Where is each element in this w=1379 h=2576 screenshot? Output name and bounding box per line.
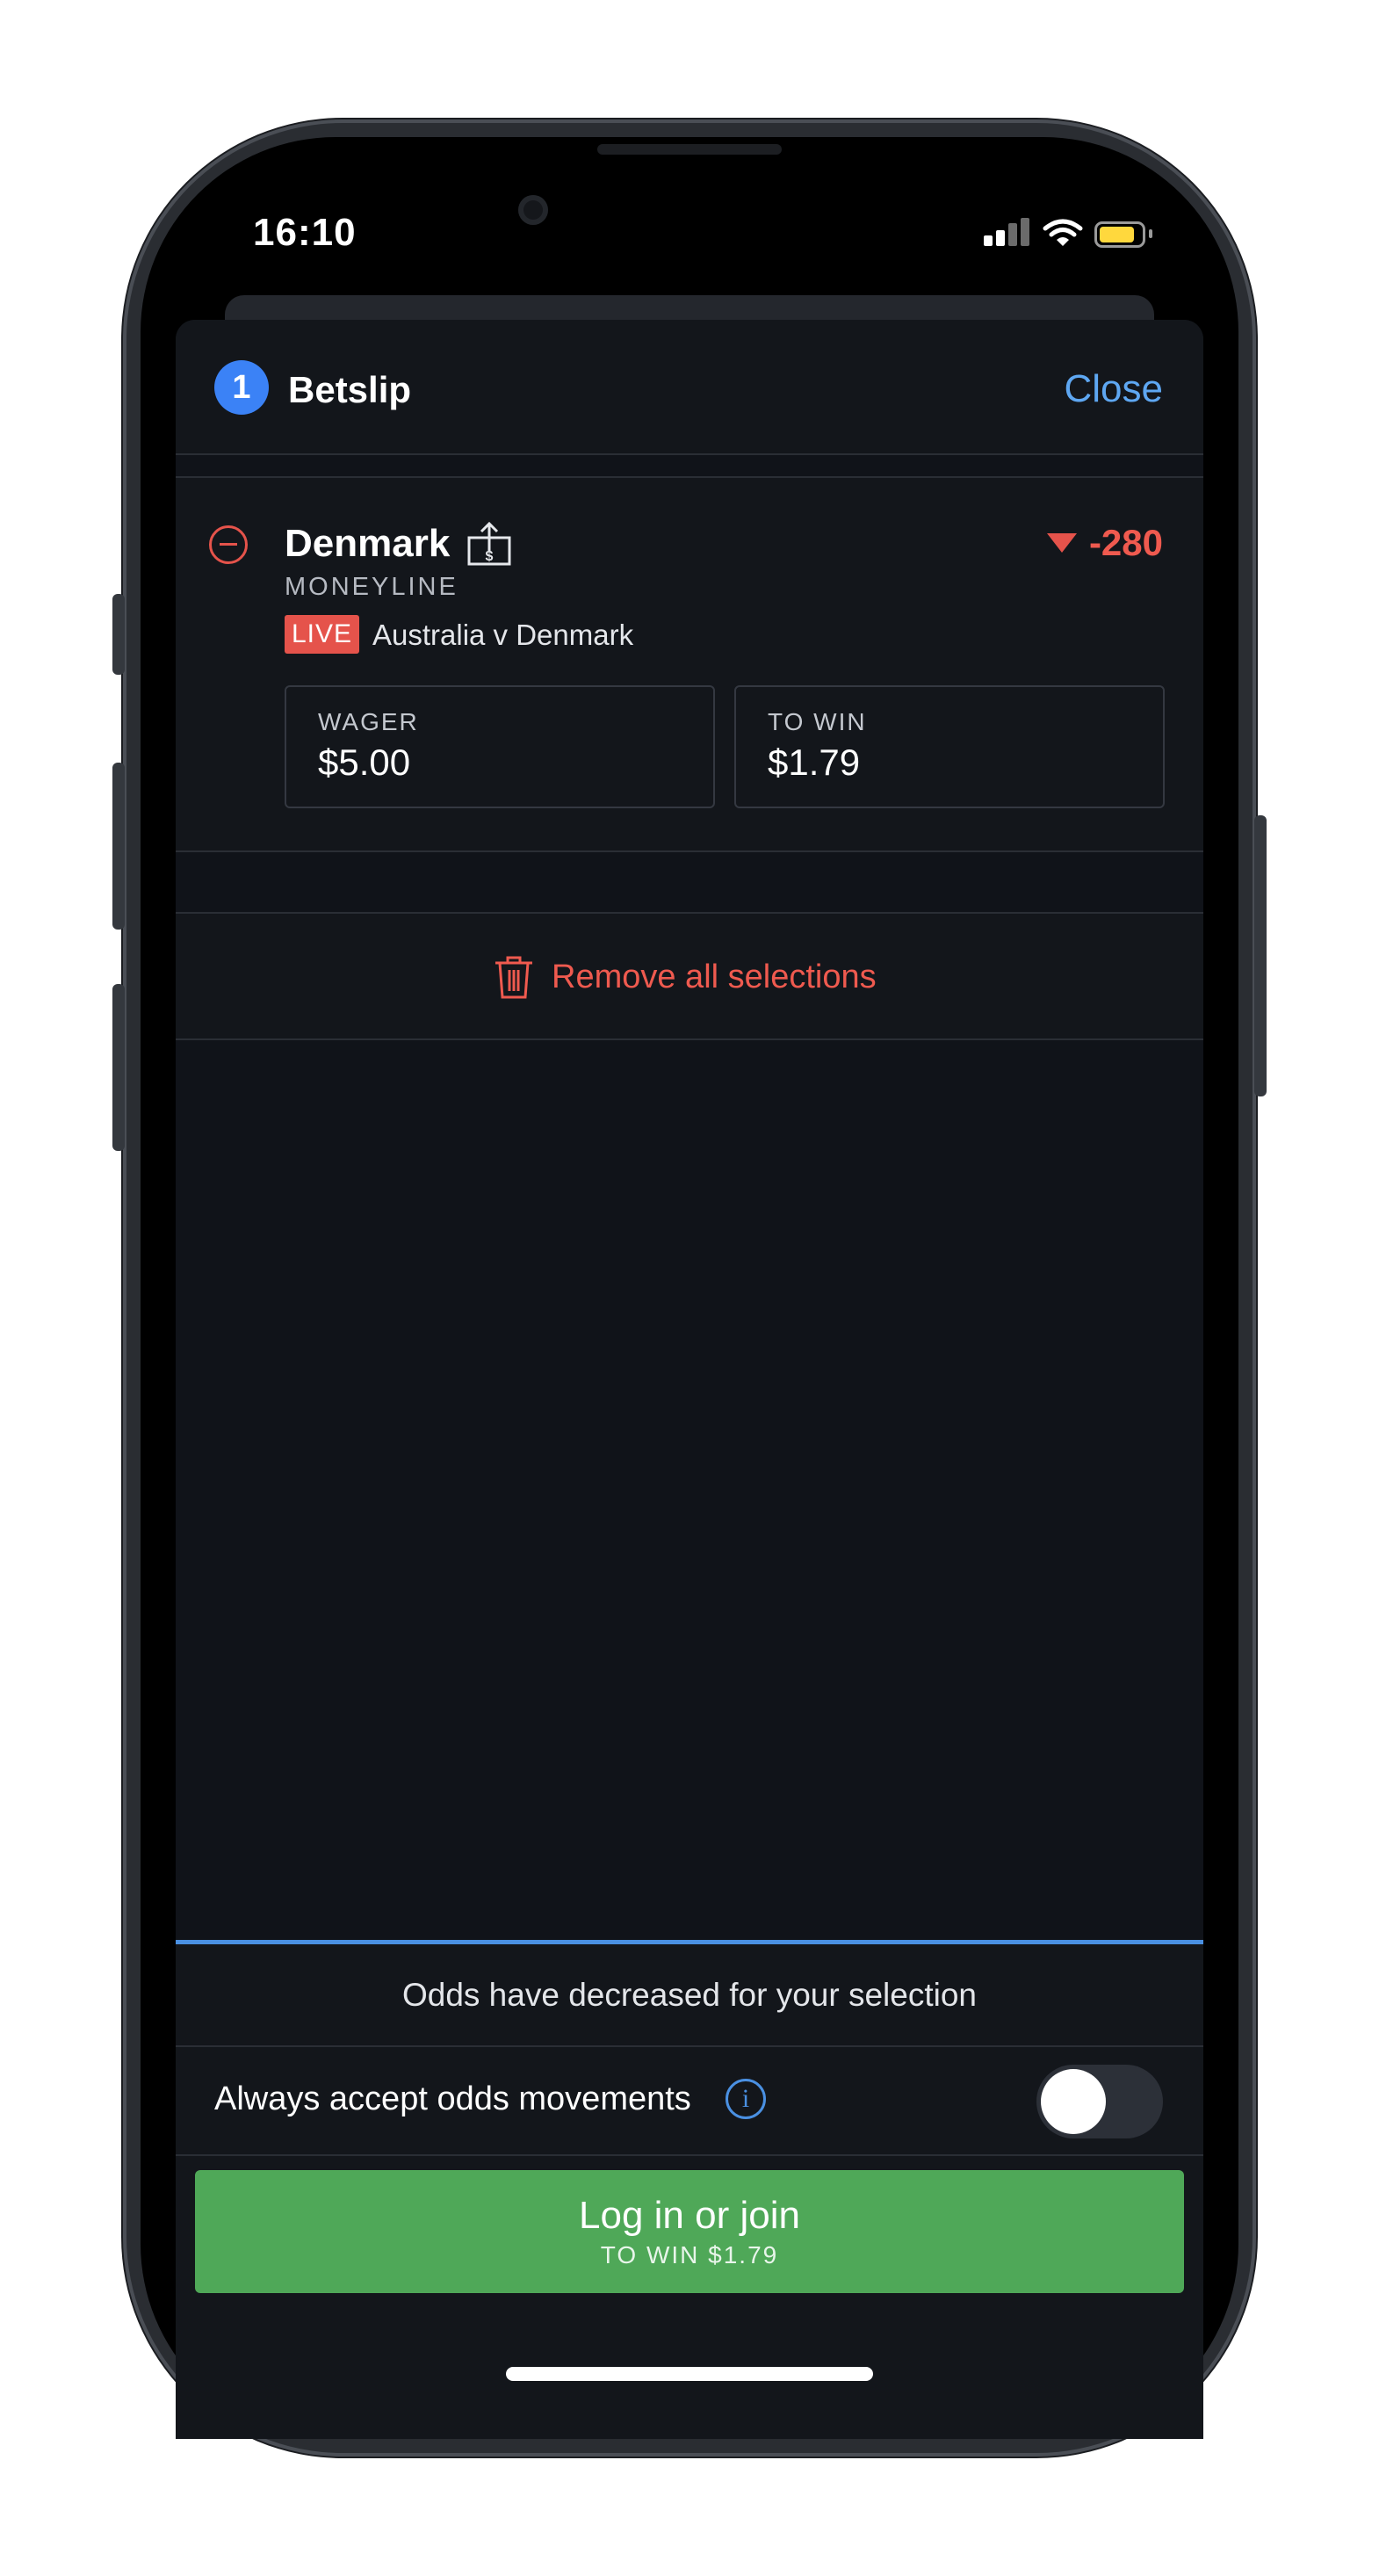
betslip-footer: Odds have decreased for your selection A… bbox=[176, 1940, 1203, 2439]
battery-icon bbox=[1094, 221, 1145, 248]
accept-odds-toggle[interactable] bbox=[1036, 2065, 1163, 2138]
battery-tip bbox=[1149, 229, 1152, 238]
wager-value: $5.00 bbox=[318, 742, 411, 783]
front-camera bbox=[518, 195, 548, 225]
signal-icon bbox=[984, 235, 993, 246]
selection-divider bbox=[176, 850, 1203, 852]
toggle-knob bbox=[1041, 2069, 1106, 2134]
remove-all-content: Remove all selections bbox=[492, 954, 877, 1000]
share-bet-icon[interactable]: $ bbox=[466, 520, 513, 568]
betslip-header: 1 Betslip Close bbox=[176, 320, 1203, 453]
home-indicator[interactable] bbox=[506, 2367, 873, 2381]
odds-change-notice: Odds have decreased for your selection bbox=[401, 1977, 978, 2013]
footer-accent-line bbox=[176, 1940, 1203, 1944]
signal-bar bbox=[1008, 223, 1017, 246]
betslip-sheet: 1 Betslip Close Denmark $ MONEYLINE -280… bbox=[176, 320, 1203, 2439]
remove-all-button[interactable]: Remove all selections bbox=[176, 914, 1203, 1038]
remove-selection-icon[interactable] bbox=[209, 525, 248, 564]
speaker-grille bbox=[597, 144, 782, 155]
accept-odds-row: Always accept odds movements i bbox=[176, 2047, 1203, 2154]
login-or-join-button[interactable]: Log in or join TO WIN $1.79 bbox=[195, 2170, 1184, 2293]
info-icon[interactable]: i bbox=[726, 2079, 766, 2119]
status-time: 16:10 bbox=[253, 211, 357, 254]
status-icons bbox=[984, 218, 1177, 253]
selection-count-badge: 1 bbox=[214, 360, 269, 415]
event-name: Australia v Denmark bbox=[372, 619, 634, 651]
cta-main-label: Log in or join bbox=[579, 2194, 800, 2237]
odds-display: -280 bbox=[1046, 522, 1163, 564]
action-button bbox=[112, 594, 125, 675]
accept-divider bbox=[176, 2154, 1203, 2156]
selection-team: Denmark bbox=[285, 522, 451, 565]
to-win-label: TO WIN bbox=[768, 708, 867, 735]
wifi-icon bbox=[1043, 219, 1083, 246]
odds-value: -280 bbox=[1088, 522, 1163, 563]
header-divider bbox=[176, 453, 1203, 455]
signal-bar bbox=[1021, 218, 1029, 246]
wager-field[interactable]: WAGER $5.00 bbox=[285, 685, 715, 808]
betslip-title: Betslip bbox=[288, 369, 412, 410]
volume-down-button bbox=[112, 984, 125, 1151]
triangle-down-icon bbox=[1046, 533, 1077, 553]
section-divider bbox=[176, 1038, 1203, 1040]
cta-sub-label: TO WIN $1.79 bbox=[600, 2241, 779, 2268]
wager-label: WAGER bbox=[318, 708, 419, 735]
bet-selection-card: Denmark $ MONEYLINE -280 LIVE Australia … bbox=[176, 478, 1203, 850]
live-badge: LIVE bbox=[285, 615, 360, 654]
selection-market: MONEYLINE bbox=[285, 573, 458, 601]
accept-odds-label: Always accept odds movements bbox=[214, 2080, 691, 2117]
to-win-field: TO WIN $1.79 bbox=[734, 685, 1165, 808]
volume-up-button bbox=[112, 763, 125, 930]
to-win-value: $1.79 bbox=[768, 742, 861, 783]
remove-all-label: Remove all selections bbox=[552, 958, 877, 995]
svg-text:$: $ bbox=[486, 549, 494, 564]
signal-bar bbox=[996, 230, 1005, 246]
trash-icon bbox=[495, 956, 532, 999]
close-button[interactable]: Close bbox=[1065, 367, 1164, 411]
power-button bbox=[1254, 815, 1267, 1096]
